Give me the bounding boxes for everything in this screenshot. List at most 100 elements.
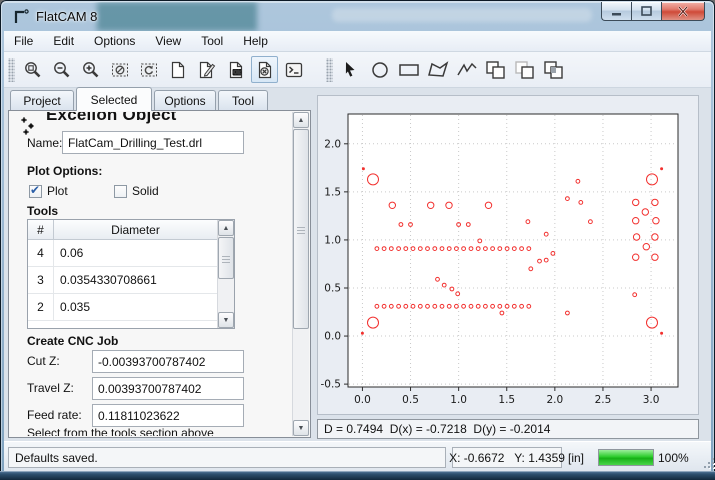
plot-checkbox-box[interactable]: [29, 185, 42, 198]
cut-z-label: Cut Z:: [27, 354, 60, 368]
plot-options-label: Plot Options:: [27, 164, 102, 178]
minimize-icon: [611, 7, 623, 16]
edit-file-button[interactable]: [193, 56, 220, 83]
y-tick-label: -0.5: [321, 379, 342, 391]
draw-rectangle-icon: [397, 60, 421, 80]
zoom-fit-button[interactable]: [19, 56, 46, 83]
draw-polygon-icon: [426, 60, 450, 80]
svg-text:Ok: Ok: [233, 70, 241, 76]
title-bar[interactable]: FlatCAM 8: [2, 2, 713, 31]
geo-subtract-icon: [513, 59, 537, 81]
geo-subtract-button[interactable]: [511, 56, 538, 83]
draw-circle-button[interactable]: [366, 56, 393, 83]
tab-tool[interactable]: Tool: [218, 90, 268, 111]
y-tick-label: 0.0: [324, 331, 341, 343]
shell-button[interactable]: [280, 56, 307, 83]
draw-rectangle-button[interactable]: [395, 56, 422, 83]
panel-title: Excellon Object: [46, 112, 266, 125]
plot-panel[interactable]: 0.00.51.01.52.02.53.0-0.50.00.51.01.52.0: [317, 95, 699, 415]
aero-glass-reflection: [97, 2, 257, 31]
solid-checkbox[interactable]: Solid: [114, 184, 159, 198]
zoom-out-button[interactable]: [48, 56, 75, 83]
select-arrow-icon: [341, 60, 361, 80]
table-scroll-down-button[interactable]: ▼: [218, 312, 234, 328]
cut-z-input[interactable]: [92, 350, 244, 373]
drill-hole-marker: [361, 332, 363, 334]
toolbar-drag-handle[interactable]: [8, 58, 15, 82]
panel-scroll-down-button[interactable]: ▼: [293, 420, 309, 436]
draw-path-icon: [455, 60, 479, 80]
mouse-coordinates: X: -0.6672 Y: 1.4359: [452, 447, 562, 468]
tool-row[interactable]: 20.035: [28, 294, 217, 321]
select-arrow-button[interactable]: [337, 56, 364, 83]
menu-help[interactable]: Help: [233, 31, 278, 51]
ok-file-icon: Ok: [226, 60, 246, 80]
menu-view[interactable]: View: [145, 31, 191, 51]
new-file-button[interactable]: [164, 56, 191, 83]
y-tick-label: 0.5: [324, 282, 341, 294]
tab-options[interactable]: Options: [154, 90, 216, 111]
delete-object-button[interactable]: [251, 56, 278, 83]
geo-intersect-button[interactable]: [540, 56, 567, 83]
tool-number-cell[interactable]: 3: [28, 267, 54, 293]
panel-scroll-up-button[interactable]: ▲: [293, 112, 309, 128]
tool-number-cell[interactable]: 2: [28, 294, 54, 320]
clear-plot-button[interactable]: [106, 56, 133, 83]
zoom-in-button[interactable]: [77, 56, 104, 83]
panel-scrollbar-thumb[interactable]: [293, 129, 309, 329]
resize-grip[interactable]: [704, 466, 706, 468]
zoom-in-icon: [81, 60, 101, 80]
table-scrollbar-thumb[interactable]: [218, 237, 234, 279]
menu-bar: FileEditOptionsViewToolHelp: [4, 31, 711, 52]
drill-hole-marker: [661, 168, 663, 170]
tool-row[interactable]: 40.06: [28, 240, 217, 267]
status-bar: Defaults saved. X: -0.6672 Y: 1.4359 [in…: [4, 441, 711, 471]
panel-title-clipped: Excellon Object: [46, 112, 266, 127]
maximize-button[interactable]: [631, 2, 661, 21]
y-tick-label: 2.0: [324, 138, 341, 150]
table-scrollbar[interactable]: ▲ ▼: [217, 220, 234, 328]
travel-z-input[interactable]: [92, 377, 244, 400]
zoom-out-icon: [52, 60, 72, 80]
menu-file[interactable]: File: [4, 31, 43, 51]
x-tick-label: 1.0: [450, 394, 467, 406]
toolbar: Ok: [4, 52, 711, 88]
close-button[interactable]: [661, 2, 705, 21]
name-input[interactable]: [62, 131, 244, 154]
geo-union-button[interactable]: [482, 56, 509, 83]
tool-diameter-cell[interactable]: 0.06: [54, 246, 217, 260]
draw-path-button[interactable]: [453, 56, 480, 83]
flatcam-window: FlatCAM 8 FileEditOptionsViewToolHelp Ok…: [0, 0, 715, 480]
flatcam-logo-icon: [12, 8, 30, 26]
replot-button[interactable]: [135, 56, 162, 83]
ok-file-button[interactable]: Ok: [222, 56, 249, 83]
tab-project[interactable]: Project: [10, 90, 74, 111]
tab-selected[interactable]: Selected: [76, 87, 152, 111]
tool-diameter-cell[interactable]: 0.0354330708661: [54, 273, 217, 287]
name-label: Name:: [27, 136, 62, 150]
draw-polygon-button[interactable]: [424, 56, 451, 83]
panel-scrollbar[interactable]: ▲ ▼: [292, 112, 309, 436]
toolbar-drag-handle[interactable]: [326, 58, 333, 82]
geo-union-icon: [484, 59, 508, 81]
solid-checkbox-box[interactable]: [114, 185, 127, 198]
tool-row-partial[interactable]: [28, 321, 217, 329]
tool-row[interactable]: 30.0354330708661: [28, 267, 217, 294]
table-scroll-up-button[interactable]: ▲: [218, 220, 234, 236]
cnc-section-label: Create CNC Job: [27, 334, 118, 348]
drill-plot-canvas[interactable]: 0.00.51.01.52.02.53.0-0.50.00.51.01.52.0: [318, 96, 698, 414]
tools-table[interactable]: #Diameter40.0630.035433070866120.035 ▲ ▼: [27, 219, 235, 329]
minimize-button[interactable]: [601, 2, 631, 21]
zoom-fit-icon: [23, 60, 43, 80]
travel-z-label: Travel Z:: [27, 381, 74, 395]
menu-options[interactable]: Options: [84, 31, 145, 51]
menu-tool[interactable]: Tool: [191, 31, 233, 51]
feed-rate-input[interactable]: [92, 404, 244, 427]
tool-number-cell[interactable]: 4: [28, 240, 54, 266]
tools-hint-label: Select from the tools section above: [27, 426, 214, 436]
menu-edit[interactable]: Edit: [43, 31, 84, 51]
clear-plot-icon: [110, 60, 130, 80]
tool-diameter-cell[interactable]: 0.035: [54, 300, 217, 314]
plot-checkbox[interactable]: Plot: [29, 184, 68, 198]
drill-hole-marker: [362, 168, 364, 170]
